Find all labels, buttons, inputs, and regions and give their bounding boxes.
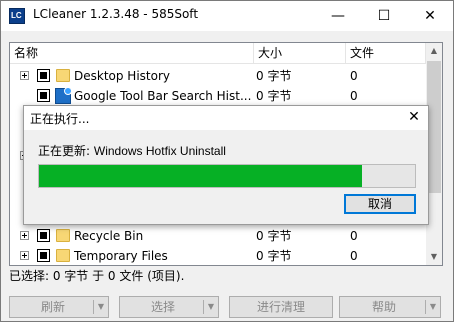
- status-text: 已选择: 0 字节 于 0 文件 (项目).: [9, 269, 185, 283]
- message-prefix: 正在更新:: [38, 144, 91, 158]
- select-label: 选择: [150, 300, 175, 314]
- help-button[interactable]: 帮助 ▼: [339, 296, 441, 318]
- cancel-button[interactable]: 取消: [344, 194, 416, 214]
- column-header-size[interactable]: 大小: [254, 43, 346, 63]
- chevron-down-icon[interactable]: ▼: [425, 300, 440, 314]
- item-size: 0 字节: [256, 69, 292, 83]
- checkbox[interactable]: [37, 69, 50, 82]
- window-title: LCleaner 1.2.3.48 - 585Soft: [33, 7, 199, 21]
- dialog-title: 正在执行...: [30, 112, 90, 126]
- folder-icon: [56, 249, 70, 262]
- message-item: Windows Hotfix Uninstall: [93, 144, 226, 158]
- item-name: Desktop History: [74, 69, 170, 83]
- item-files: 0: [350, 89, 358, 103]
- list-item[interactable]: Temporary Files 0 字节 0: [10, 246, 426, 265]
- scroll-up-icon[interactable]: ▲: [426, 43, 442, 59]
- folder-icon: [56, 229, 70, 242]
- item-name: Recycle Bin: [74, 229, 144, 243]
- item-files: 0: [350, 229, 358, 243]
- toolbar-app-icon: [55, 87, 72, 104]
- maximize-button[interactable]: ☐: [361, 1, 407, 31]
- checkbox[interactable]: [37, 229, 50, 242]
- checkbox[interactable]: [37, 249, 50, 262]
- list-item[interactable]: Google Tool Bar Search Hist... 0 字节 0: [10, 86, 426, 106]
- folder-icon: [56, 69, 70, 82]
- title-bar[interactable]: LCleaner 1.2.3.48 - 585Soft — ☐ ✕: [1, 1, 453, 31]
- dialog-message: 正在更新: Windows Hotfix Uninstall: [38, 142, 226, 159]
- list-item[interactable]: Desktop History 0 字节 0: [10, 66, 426, 86]
- expand-icon[interactable]: [20, 231, 29, 240]
- progress-dialog: 正在执行... ✕ 正在更新: Windows Hotfix Uninstall…: [23, 105, 429, 225]
- column-header-name[interactable]: 名称: [10, 43, 254, 63]
- progress-bar: [38, 164, 416, 188]
- help-label: 帮助: [371, 300, 396, 314]
- list-item[interactable]: Recycle Bin 0 字节 0: [10, 226, 426, 246]
- progress-fill: [39, 165, 363, 187]
- item-name: Google Tool Bar Search Hist...: [74, 89, 252, 103]
- column-header-files[interactable]: 文件: [346, 43, 426, 63]
- dialog-close-icon[interactable]: ✕: [406, 108, 422, 126]
- list-header: 名称 大小 文件: [10, 43, 442, 64]
- close-button[interactable]: ✕: [407, 1, 453, 31]
- main-window: LCleaner 1.2.3.48 - 585Soft — ☐ ✕ 名称 大小 …: [0, 0, 454, 322]
- item-size: 0 字节: [256, 229, 292, 243]
- checkbox[interactable]: [37, 89, 50, 102]
- item-files: 0: [350, 69, 358, 83]
- select-button[interactable]: 选择 ▼: [119, 296, 219, 318]
- chevron-down-icon[interactable]: ▼: [93, 300, 108, 314]
- chevron-down-icon[interactable]: ▼: [203, 300, 218, 314]
- scroll-down-icon[interactable]: ▼: [426, 249, 442, 265]
- app-icon: [9, 8, 25, 24]
- expand-icon[interactable]: [20, 71, 29, 80]
- dialog-title-bar[interactable]: 正在执行... ✕: [24, 106, 428, 130]
- item-name: Temporary Files: [74, 249, 168, 263]
- item-size: 0 字节: [256, 249, 292, 263]
- expand-icon[interactable]: [20, 251, 29, 260]
- refresh-label: 刷新: [40, 300, 65, 314]
- refresh-button[interactable]: 刷新 ▼: [9, 296, 109, 318]
- clean-button[interactable]: 进行清理: [229, 296, 333, 318]
- scroll-thumb[interactable]: [427, 61, 441, 193]
- item-size: 0 字节: [256, 89, 292, 103]
- minimize-button[interactable]: —: [315, 1, 361, 31]
- item-files: 0: [350, 249, 358, 263]
